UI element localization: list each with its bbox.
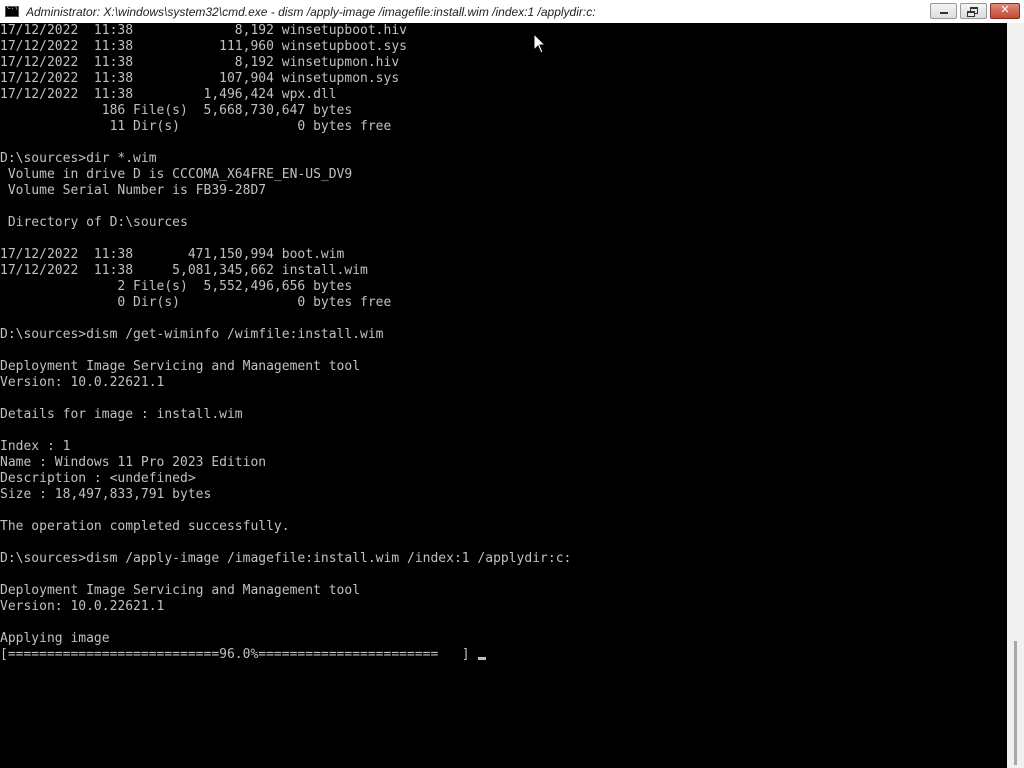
console-line: Version: 10.0.22621.1	[0, 375, 165, 390]
minimize-button[interactable]	[930, 3, 957, 19]
console-line: 17/12/2022 11:38 5,081,345,662 install.w…	[0, 263, 368, 278]
cmd-window: Administrator: X:\windows\system32\cmd.e…	[0, 0, 1024, 768]
console-line: D:\sources>dism /apply-image /imagefile:…	[0, 551, 572, 566]
window-title: Administrator: X:\windows\system32\cmd.e…	[26, 4, 596, 19]
text-cursor	[477, 657, 486, 660]
console-line: 11 Dir(s) 0 bytes free	[0, 119, 392, 134]
console-line: Name : Windows 11 Pro 2023 Edition	[0, 455, 267, 470]
close-button[interactable]: ✕	[990, 3, 1020, 19]
minimize-icon	[940, 12, 948, 14]
console-line: [===========================96.0%=======…	[0, 647, 1007, 663]
console-line: 2 File(s) 5,552,496,656 bytes	[0, 279, 353, 294]
console-line: D:\sources>dir *.wim	[0, 151, 157, 166]
console-line: The operation completed successfully.	[0, 519, 290, 534]
console-output[interactable]: 17/12/2022 11:38 8,192 winsetupboot.hiv 1…	[0, 23, 1007, 768]
console-line: 17/12/2022 11:38 8,192 winsetupboot.hiv	[0, 23, 407, 38]
mouse-pointer-icon	[533, 33, 547, 54]
console-line: Index : 1	[0, 439, 71, 454]
console-line: Version: 10.0.22621.1	[0, 599, 165, 614]
vertical-scrollbar[interactable]	[1007, 23, 1024, 768]
console-line: 17/12/2022 11:38 107,904 winsetupmon.sys	[0, 71, 400, 86]
console-line: 17/12/2022 11:38 1,496,424 wpx.dll	[0, 87, 337, 102]
console-line: Directory of D:\sources	[0, 215, 188, 230]
console-line: Deployment Image Servicing and Managemen…	[0, 359, 361, 374]
cmd-icon[interactable]	[5, 4, 19, 17]
console-line: Volume Serial Number is FB39-28D7	[0, 183, 267, 198]
console-line: Details for image : install.wim	[0, 407, 243, 422]
console-text: 17/12/2022 11:38 8,192 winsetupboot.hiv 1…	[0, 23, 1007, 663]
console-line: Volume in drive D is CCCOMA_X64FRE_EN-US…	[0, 167, 353, 182]
console-line: D:\sources>dism /get-wiminfo /wimfile:in…	[0, 327, 384, 342]
console-line: Size : 18,497,833,791 bytes	[0, 487, 212, 502]
restore-button[interactable]	[960, 3, 987, 19]
console-line: Deployment Image Servicing and Managemen…	[0, 583, 361, 598]
scrollbar-thumb[interactable]	[1014, 641, 1017, 765]
console-line: 17/12/2022 11:38 8,192 winsetupmon.hiv	[0, 55, 400, 70]
console-line: 17/12/2022 11:38 471,150,994 boot.wim	[0, 247, 345, 262]
console-line: Description : <undefined>	[0, 471, 196, 486]
window-controls: ✕	[930, 3, 1020, 19]
restore-icon	[967, 7, 978, 17]
console-line: 0 Dir(s) 0 bytes free	[0, 295, 392, 310]
console-line: 186 File(s) 5,668,730,647 bytes	[0, 103, 353, 118]
title-bar[interactable]: Administrator: X:\windows\system32\cmd.e…	[0, 0, 1024, 23]
console-line: Applying image	[0, 631, 110, 646]
close-icon: ✕	[1000, 3, 1010, 16]
console-line: 17/12/2022 11:38 111,960 winsetupboot.sy…	[0, 39, 407, 54]
